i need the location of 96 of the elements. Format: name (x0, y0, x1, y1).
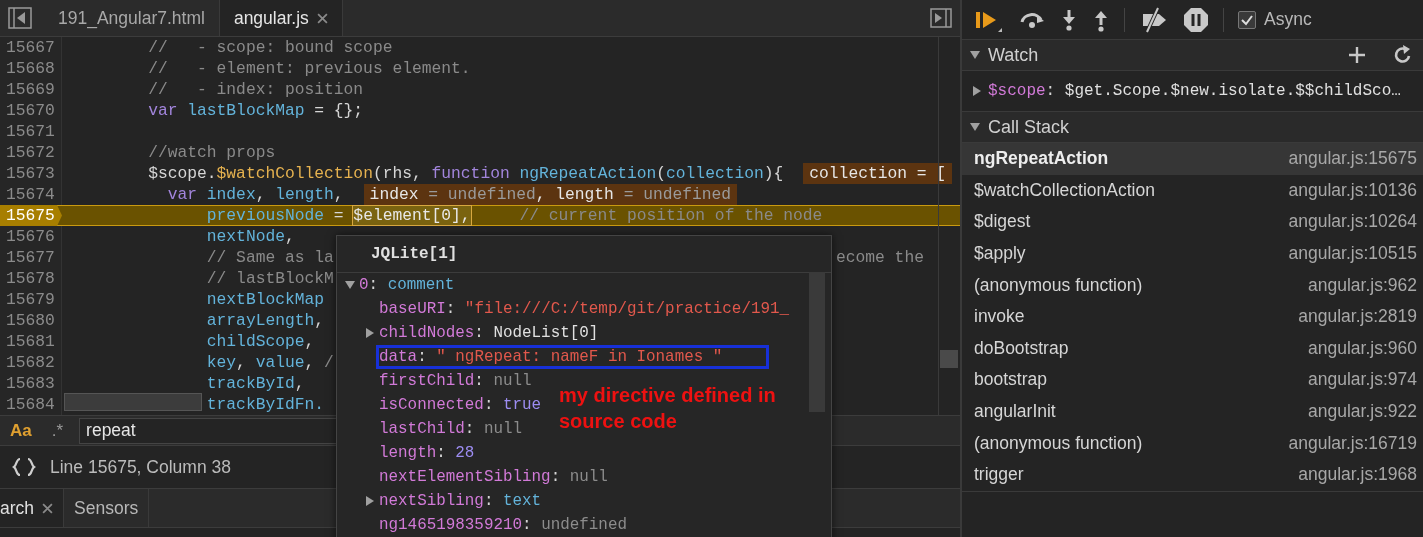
object-property[interactable]: nextSibling: text (379, 492, 546, 510)
annotation-text: my directive defined in source code (559, 383, 777, 434)
function-name: invoke (974, 306, 1025, 328)
function-name: doBootstrap (974, 337, 1069, 359)
watch-expression[interactable]: $scope: $get.Scope.$new.isolate.$$childSco… (988, 82, 1401, 100)
expanded-triangle-icon[interactable] (970, 50, 980, 60)
code-text: // - index: position (148, 79, 364, 100)
function-name: ngRepeatAction (974, 148, 1109, 170)
object-property[interactable]: nextElementSibling: null (379, 468, 612, 486)
source-location[interactable]: angular.js:10264 (1288, 211, 1417, 233)
drawer-tab[interactable]: Sensors (64, 489, 150, 527)
pretty-print-icon[interactable] (12, 457, 36, 477)
code-text: trackByIdFn. (206, 394, 325, 415)
code-text: $scope.$watchCollection(rhs, function ngRepeatAction(collection){ (148, 163, 784, 184)
collapsed-triangle-icon[interactable] (972, 86, 982, 96)
code-text: // Same as la (206, 247, 334, 268)
call-frame[interactable]: (anonymous function) angular.js:962 (962, 269, 1423, 301)
call-frame[interactable]: invoke angular.js:2819 (962, 300, 1423, 333)
source-location[interactable]: angular.js:2819 (1298, 306, 1417, 328)
call-frame[interactable]: $watchCollectionAction angular.js:10136 (962, 174, 1423, 207)
object-property[interactable]: baseURI: "file:///C:/temp/git/practice/191_ (379, 300, 794, 318)
line-number[interactable]: 15675 (0, 205, 62, 226)
highlighted-property[interactable]: data: " ngRepeat: nameF in Ionames " (379, 348, 767, 366)
section-header[interactable]: Call Stack (962, 112, 1423, 143)
scrollbar-thumb[interactable] (64, 393, 202, 411)
function-name: $apply (974, 243, 1026, 265)
source-location[interactable]: angular.js:1968 (1298, 464, 1417, 486)
object-property[interactable]: 0: comment (359, 276, 455, 294)
code-text: key, value, / (206, 352, 334, 373)
code-text: nextNode, (206, 226, 295, 247)
code-text: nextBlockMap (206, 289, 325, 310)
cursor-position: Line 15675, Column 38 (50, 456, 231, 478)
call-frame[interactable]: ngRepeatAction angular.js:15675 (962, 143, 1423, 175)
close-icon[interactable] (42, 502, 54, 514)
function-name: angularInit (974, 401, 1056, 423)
code-text: // lastBlockM (206, 268, 334, 289)
code-text: arrayLength, (206, 310, 325, 331)
add-icon[interactable] (1347, 45, 1367, 65)
source-location[interactable]: angular.js:922 (1308, 401, 1417, 423)
object-property[interactable]: ng1465198359210: undefined (379, 516, 631, 534)
refresh-icon[interactable] (1393, 45, 1413, 65)
object-property[interactable]: isConnected: true (379, 396, 546, 414)
popover-title: JQLite[1] (371, 245, 458, 263)
source-location[interactable]: angular.js:16719 (1288, 432, 1417, 454)
source-location[interactable]: angular.js:962 (1308, 274, 1417, 296)
navigator-toggle-icon[interactable] (8, 7, 32, 29)
close-icon[interactable] (316, 12, 328, 24)
function-name: bootstrap (974, 369, 1047, 391)
code-text: ecome the (836, 247, 924, 268)
pause-on-exceptions-icon[interactable] (1183, 6, 1209, 33)
call-frame[interactable]: bootstrap angular.js:974 (962, 364, 1423, 396)
source-location[interactable]: angular.js:15675 (1288, 148, 1417, 170)
checkbox[interactable] (1238, 10, 1256, 29)
call-frame[interactable]: $apply angular.js:10515 (962, 237, 1423, 270)
code-text: var lastBlockMap = {}; (148, 100, 364, 121)
source-location[interactable]: angular.js:10515 (1288, 243, 1417, 265)
call-frame[interactable]: trigger angular.js:1968 (962, 458, 1423, 491)
code-text: //watch props (148, 142, 276, 163)
function-name: (anonymous function) (974, 274, 1143, 296)
call-frame[interactable]: angularInit angular.js:922 (962, 395, 1423, 428)
source-location[interactable]: angular.js:960 (1308, 337, 1417, 359)
call-frame[interactable]: doBootstrap angular.js:960 (962, 332, 1423, 365)
file-tab[interactable]: angular.js (218, 0, 343, 36)
search-option-toggle[interactable]: .* (41, 420, 74, 441)
inline-value: index = undefined, length = undefined (363, 184, 738, 205)
function-name: (anonymous function) (974, 432, 1143, 454)
search-option-toggle[interactable]: Aa (0, 420, 42, 441)
code-text: previousNode = $element[0], // current position of the node (206, 205, 823, 226)
call-frame[interactable]: $digest angular.js:10264 (962, 206, 1423, 238)
collapsed-triangle-icon[interactable] (365, 328, 375, 338)
code-text: var index, length, (167, 184, 344, 205)
inline-value: collection = [ (803, 163, 953, 184)
expanded-triangle-icon[interactable] (970, 122, 980, 132)
code-text: // - element: previous element. (148, 58, 471, 79)
function-name: trigger (974, 464, 1024, 486)
section-title: Watch (988, 44, 1039, 66)
function-name: $digest (974, 211, 1031, 233)
object-property[interactable]: firstChild: null (379, 372, 536, 390)
function-name: $watchCollectionAction (974, 179, 1155, 201)
expanded-triangle-icon[interactable] (345, 280, 355, 290)
section-header[interactable]: Watch (962, 40, 1423, 71)
drawer-tab[interactable]: arch (0, 489, 65, 527)
source-location[interactable]: angular.js:10136 (1288, 179, 1417, 201)
step-into-icon[interactable] (1060, 7, 1078, 32)
call-frame[interactable]: (anonymous function) angular.js:16719 (962, 427, 1423, 459)
collapsed-triangle-icon[interactable] (365, 496, 375, 506)
code-text: childScope, (206, 331, 315, 352)
code-text: trackById, (206, 373, 305, 394)
debugger-toggle-icon[interactable] (930, 8, 952, 28)
checkbox-label: Async (1264, 9, 1312, 30)
file-tab[interactable]: 191_Angular7.html (44, 0, 219, 36)
source-location[interactable]: angular.js:974 (1308, 369, 1417, 391)
object-property[interactable]: length: 28 (379, 444, 479, 462)
object-property[interactable]: childNodes: NodeList[0] (379, 324, 603, 342)
code-text: // - scope: bound scope (148, 37, 393, 58)
section-title: Call Stack (988, 116, 1070, 138)
